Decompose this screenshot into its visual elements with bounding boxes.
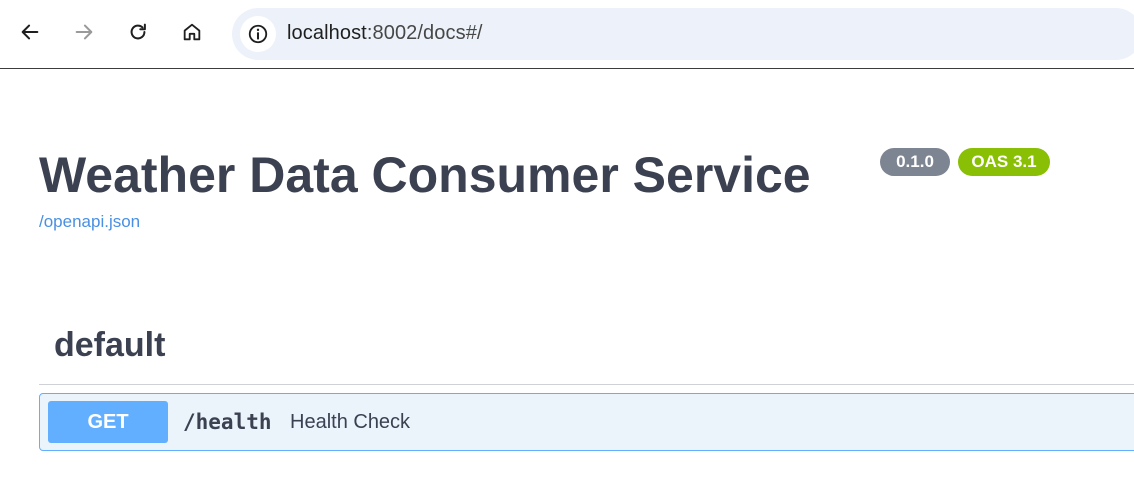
oas-version-badge: OAS 3.1: [958, 148, 1050, 176]
home-button[interactable]: [174, 14, 210, 50]
page-title: Weather Data Consumer Service: [39, 147, 811, 203]
operation-summary: Health Check: [290, 411, 411, 433]
forward-arrow-icon: [75, 24, 93, 40]
http-method-badge: GET: [48, 401, 168, 443]
tag-divider: [39, 384, 1134, 385]
operation-get-health[interactable]: GET /health Health Check: [39, 393, 1134, 451]
home-icon: [183, 23, 201, 41]
address-bar[interactable]: localhost:8002/docs#/: [232, 8, 1134, 60]
reload-button[interactable]: [120, 14, 156, 50]
operation-path: /health: [183, 410, 272, 434]
url-host: localhost: [287, 22, 367, 44]
site-info-button[interactable]: [240, 16, 276, 52]
openapi-spec-link[interactable]: /openapi.json: [39, 212, 140, 232]
url-text[interactable]: localhost:8002/docs#/: [287, 22, 483, 45]
reload-icon: [130, 23, 146, 40]
back-arrow-icon: [21, 24, 39, 40]
info-icon: [248, 24, 268, 44]
back-button[interactable]: [12, 14, 48, 50]
url-path: :8002/docs#/: [366, 22, 483, 44]
browser-toolbar: localhost:8002/docs#/: [0, 0, 1134, 69]
version-badge: 0.1.0: [880, 148, 950, 176]
tag-section-default[interactable]: default: [54, 326, 165, 365]
forward-button[interactable]: [66, 14, 102, 50]
